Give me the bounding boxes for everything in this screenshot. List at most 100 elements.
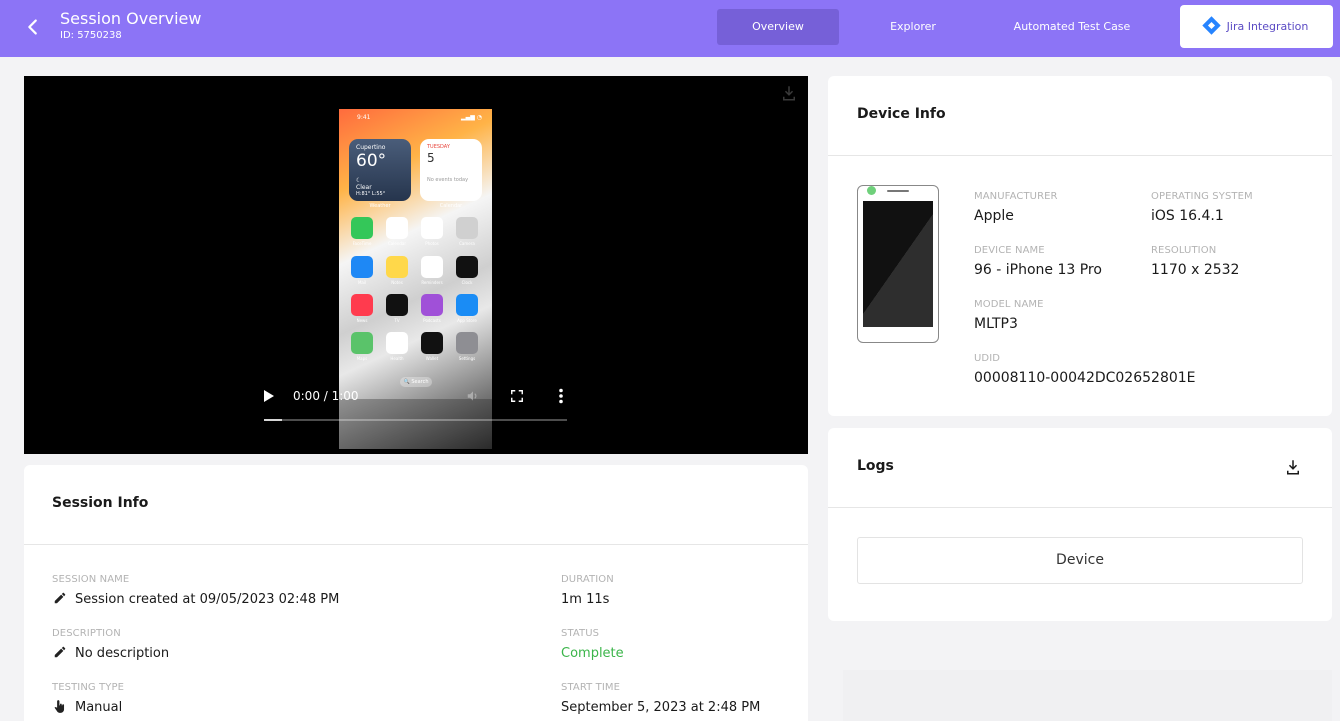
- fullscreen-icon[interactable]: [510, 389, 524, 403]
- app-label: Health: [390, 356, 404, 361]
- divider: [828, 507, 1332, 508]
- app-label: Reminders: [421, 280, 443, 285]
- app-label: Camera: [459, 241, 475, 246]
- app-icon-calendar: [386, 217, 408, 239]
- calendar-note: No events today: [427, 177, 469, 183]
- app-icon-mail: [351, 256, 373, 278]
- speaker-bar: [887, 190, 909, 192]
- volume-icon[interactable]: [466, 389, 480, 403]
- app-label: Settings: [458, 356, 476, 361]
- download-icon[interactable]: [780, 84, 798, 102]
- status-icons: ▂▄▆ ◔: [461, 114, 482, 121]
- hand-pointer-icon: [54, 700, 65, 713]
- device-info-title: Device Info: [857, 106, 946, 122]
- jira-integration-label: Jira Integration: [1226, 20, 1309, 33]
- resolution-value: 1170 x 2532: [1151, 262, 1240, 278]
- model-name-value: MLTP3: [974, 316, 1018, 332]
- calendar-label: Calendar: [439, 203, 463, 209]
- weather-moon-icon: ☾: [356, 177, 362, 184]
- phone-illustration: [857, 185, 939, 343]
- session-id: ID: 5750238: [60, 30, 122, 41]
- app-icon-notes: [386, 256, 408, 278]
- description-label: Description: [52, 628, 121, 639]
- calendar-widget: TUESDAY 5 No events today: [420, 139, 482, 201]
- app-label: Podcasts: [423, 318, 441, 323]
- weather-condition: Clear: [356, 184, 372, 191]
- os-value: iOS 16.4.1: [1151, 208, 1224, 224]
- app-label: Mail: [357, 280, 367, 285]
- search-label: Search: [411, 379, 429, 385]
- app-icon-maps: [351, 332, 373, 354]
- session-info-title: Session Info: [52, 495, 149, 511]
- app-label: TV: [394, 318, 400, 323]
- back-arrow-icon[interactable]: [22, 16, 44, 38]
- device-name-value: 96 - iPhone 13 Pro: [974, 262, 1102, 278]
- app-icon-clock: [456, 256, 478, 278]
- app-icon-facetime: [351, 217, 373, 239]
- jira-integration-button[interactable]: Jira Integration: [1180, 5, 1333, 48]
- edit-pencil-icon[interactable]: [53, 591, 67, 605]
- app-icon-camera: [456, 217, 478, 239]
- tab-explorer[interactable]: Explorer: [852, 9, 974, 45]
- app-icon-podcasts: [421, 294, 443, 316]
- video-player[interactable]: 9:41 ▂▄▆ ◔ Cupertino 60° ☾ Clear H:81° L…: [24, 76, 808, 454]
- video-progress-bar[interactable]: [264, 419, 567, 421]
- session-name-value: Session created at 09/05/2023 02:48 PM: [75, 592, 340, 607]
- app-icon-photos: [421, 217, 443, 239]
- status-value: Complete: [561, 646, 624, 661]
- device-info-card: Device Info Manufacturer Apple Operating…: [828, 76, 1332, 416]
- jira-icon: [1201, 16, 1221, 35]
- calendar-day: TUESDAY: [427, 144, 450, 150]
- weather-widget: Cupertino 60° ☾ Clear H:81° L:55°: [349, 139, 411, 201]
- play-icon[interactable]: [264, 390, 274, 402]
- app-icon-health: [386, 332, 408, 354]
- device-name-label: Device Name: [974, 245, 1045, 256]
- background-panel: [843, 670, 1332, 721]
- status-label: Status: [561, 628, 600, 639]
- status-bar-time: 9:41: [357, 114, 371, 121]
- weather-temp: 60°: [356, 151, 387, 171]
- edit-pencil-icon[interactable]: [53, 645, 67, 659]
- app-icon-app-store: [456, 294, 478, 316]
- session-name-label: Session Name: [52, 574, 130, 585]
- app-label: Photos: [425, 241, 439, 246]
- device-logs-button[interactable]: Device: [857, 537, 1303, 584]
- app-label: News: [356, 318, 368, 323]
- start-time-label: Start Time: [561, 682, 621, 693]
- weather-label: Weather: [369, 203, 391, 209]
- testing-type-value: Manual: [75, 700, 123, 715]
- app-label: Notes: [391, 280, 403, 285]
- app-label: Maps: [356, 356, 368, 361]
- session-info-card: Session Info Session Name Session create…: [24, 465, 808, 721]
- manufacturer-label: Manufacturer: [974, 191, 1058, 202]
- resolution-label: Resolution: [1151, 245, 1217, 256]
- phone-dock: [339, 399, 492, 449]
- video-controls: 0:00 / 1:00: [264, 386, 567, 406]
- app-icon-tv: [386, 294, 408, 316]
- app-icon-wallet: [421, 332, 443, 354]
- phone-screen-graphic: [863, 201, 933, 327]
- os-label: Operating System: [1151, 191, 1253, 202]
- divider: [24, 544, 808, 545]
- tab-overview[interactable]: Overview: [717, 9, 839, 45]
- logs-title: Logs: [857, 458, 894, 474]
- duration-value: 1m 11s: [561, 592, 610, 607]
- manufacturer-value: Apple: [974, 208, 1014, 224]
- description-value: No description: [75, 646, 170, 661]
- model-name-label: Model Name: [974, 299, 1044, 310]
- more-options-icon[interactable]: [554, 388, 568, 404]
- app-label: Calendar: [388, 241, 406, 246]
- weather-range: H:81° L:55°: [356, 191, 386, 197]
- app-label: Wallet: [425, 356, 439, 361]
- udid-label: UDID: [974, 353, 1001, 364]
- download-logs-icon[interactable]: [1284, 458, 1302, 476]
- page-title: Session Overview: [60, 9, 202, 28]
- app-icon-reminders: [421, 256, 443, 278]
- video-progress-fill: [264, 419, 283, 421]
- duration-label: Duration: [561, 574, 614, 585]
- tab-automated-test-case[interactable]: Automated Test Case: [990, 9, 1154, 45]
- app-icon-settings: [456, 332, 478, 354]
- calendar-date: 5: [427, 151, 435, 165]
- app-label: Clock: [461, 280, 473, 285]
- app-label: FaceTime: [352, 241, 372, 246]
